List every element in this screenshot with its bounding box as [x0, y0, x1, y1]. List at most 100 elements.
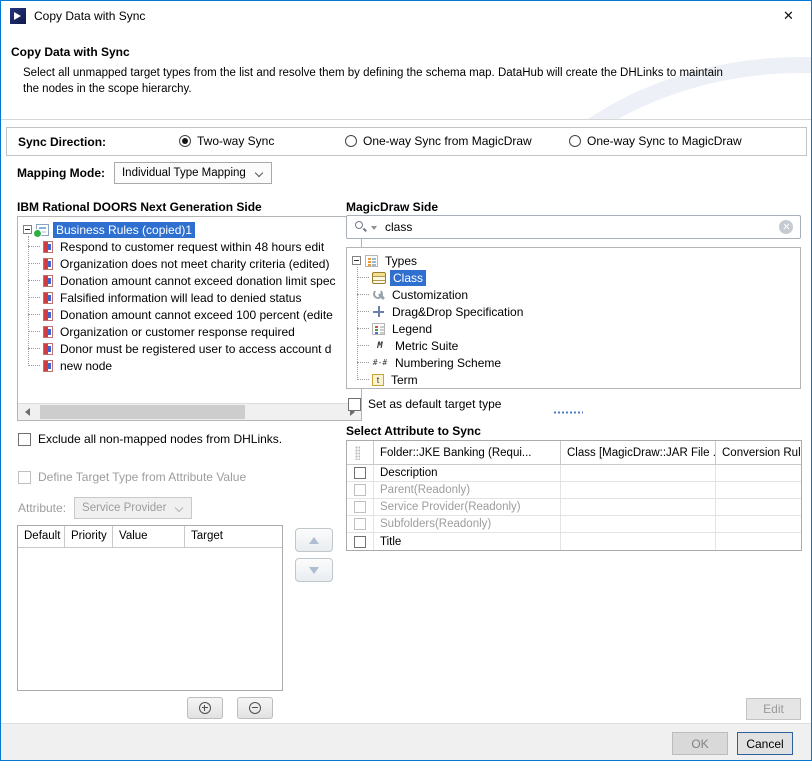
column-header-default[interactable]: Default [18, 526, 65, 547]
collapse-icon[interactable] [23, 225, 32, 234]
attribute-row-subfolders[interactable]: Subfolders(Readonly) [347, 516, 801, 533]
checkbox-icon[interactable] [348, 398, 361, 411]
tree-item-label: Falsified information will lead to denie… [57, 290, 304, 306]
tree-item[interactable]: Donation amount cannot exceed donation l… [18, 272, 361, 289]
conversion-rule-cell [716, 499, 801, 515]
attribute-name: Description [374, 465, 561, 481]
define-target-type-checkbox-row[interactable]: Define Target Type from Attribute Value [18, 470, 246, 484]
attribute-value: Service Provider [82, 502, 166, 514]
attribute-select[interactable]: Service Provider [74, 497, 192, 519]
scroll-left-icon[interactable] [18, 404, 35, 420]
column-header-class[interactable]: Class [MagicDraw::JAR File ... [561, 441, 716, 464]
requirement-icon [43, 326, 53, 338]
attribute-row-title[interactable]: Title [347, 533, 801, 550]
move-up-button[interactable] [295, 528, 333, 552]
types-tree: Types Class Customization Drag&Drop Spec… [346, 247, 801, 389]
attribute-name: Subfolders(Readonly) [374, 516, 561, 532]
checkbox-icon[interactable] [354, 484, 366, 496]
set-default-label: Set as default target type [368, 397, 501, 411]
doors-tree: Business Rules (copied)1 Respond to cust… [17, 216, 362, 421]
move-down-button[interactable] [295, 558, 333, 582]
attribute-name: Parent(Readonly) [374, 482, 561, 498]
radio-label: Two-way Sync [197, 134, 274, 148]
column-header-value[interactable]: Value [113, 526, 185, 547]
tree-item[interactable]: Falsified information will lead to denie… [18, 289, 361, 306]
radio-label: One-way Sync from MagicDraw [363, 134, 532, 148]
footer-bar: OK Cancel [1, 723, 811, 761]
mapping-mode-label: Mapping Mode: [17, 166, 105, 180]
scrollbar-thumb[interactable] [40, 405, 245, 419]
edit-button[interactable]: Edit [746, 698, 801, 720]
attribute-select-row: Attribute: Service Provider [18, 497, 192, 519]
tree-item[interactable]: Organization does not meet charity crite… [18, 255, 361, 272]
add-row-button[interactable] [187, 697, 223, 719]
splitter-handle[interactable] [553, 411, 583, 414]
chevron-down-icon [175, 504, 184, 513]
column-header-folder[interactable]: Folder::JKE Banking (Requi... [374, 441, 561, 464]
conversion-rule-cell [716, 516, 801, 532]
conversion-rule-cell [716, 533, 801, 550]
checkbox-icon[interactable] [354, 467, 366, 479]
conversion-rule-cell [716, 465, 801, 481]
mapping-mode-select[interactable]: Individual Type Mapping [114, 162, 272, 184]
radio-two-way-sync[interactable]: Two-way Sync [179, 134, 274, 148]
horizontal-scrollbar[interactable] [18, 403, 361, 420]
tree-item-label: Organization does not meet charity crite… [57, 256, 332, 272]
tree-item[interactable]: new node [18, 357, 361, 374]
arrow-up-icon [309, 532, 319, 544]
tree-item-dragdrop-specification[interactable]: Drag&Drop Specification [347, 303, 800, 320]
attribute-row-parent[interactable]: Parent(Readonly) [347, 482, 801, 499]
column-header-priority[interactable]: Priority [65, 526, 113, 547]
attribute-row-description[interactable]: Description [347, 465, 801, 482]
search-input[interactable] [380, 220, 776, 234]
cancel-button[interactable]: Cancel [737, 732, 793, 755]
remove-row-button[interactable] [237, 697, 273, 719]
column-header-target[interactable]: Target [185, 526, 282, 547]
tree-item-label: Donation amount cannot exceed donation l… [57, 273, 339, 289]
sync-direction-group: Sync Direction: Two-way Sync One-way Syn… [6, 127, 807, 156]
value-table-header: Default Priority Value Target [18, 526, 282, 548]
tree-item-label: Metric Suite [392, 338, 461, 354]
radio-one-way-from-magicdraw[interactable]: One-way Sync from MagicDraw [345, 134, 532, 148]
collapse-icon[interactable] [352, 256, 361, 265]
requirement-icon [43, 258, 53, 270]
radio-one-way-to-magicdraw[interactable]: One-way Sync to MagicDraw [569, 134, 742, 148]
attribute-name: Title [374, 533, 561, 550]
tree-item[interactable]: Donor must be registered user to access … [18, 340, 361, 357]
close-button[interactable]: ✕ [766, 1, 811, 30]
checkbox-icon[interactable] [354, 501, 366, 513]
tree-item-customization[interactable]: Customization [347, 286, 800, 303]
copy-data-with-sync-dialog: Copy Data with Sync ✕ Copy Data with Syn… [0, 0, 812, 761]
checkbox-icon[interactable] [354, 518, 366, 530]
tree-item-term[interactable]: t Term [347, 371, 800, 388]
sync-direction-label: Sync Direction: [18, 135, 106, 149]
attribute-row-service-provider[interactable]: Service Provider(Readonly) [347, 499, 801, 516]
search-options-chevron-icon[interactable] [371, 226, 377, 233]
tree-item[interactable]: Donation amount cannot exceed 100 percen… [18, 306, 361, 323]
mapped-class-cell [561, 482, 716, 498]
tree-item[interactable]: Organization or customer response requir… [18, 323, 361, 340]
set-default-target-checkbox-row[interactable]: Set as default target type [348, 397, 501, 411]
doors-side-title: IBM Rational DOORS Next Generation Side [17, 200, 262, 214]
types-list-icon [365, 255, 378, 267]
exclude-nonmapped-checkbox-row[interactable]: Exclude all non-mapped nodes from DHLink… [18, 432, 282, 446]
checkbox-icon[interactable] [354, 536, 366, 548]
close-icon: ✕ [783, 8, 794, 23]
tree-item-class[interactable]: Class [347, 269, 800, 286]
checkbox-icon[interactable] [18, 471, 31, 484]
column-header-conversion-rule[interactable]: Conversion Rule [716, 441, 801, 464]
tree-item-metric-suite[interactable]: M Metric Suite [347, 337, 800, 354]
magicdraw-side-title: MagicDraw Side [346, 200, 438, 214]
tree-item-business-rules[interactable]: Business Rules (copied)1 [18, 221, 361, 238]
tree-item-numbering-scheme[interactable]: #-# Numbering Scheme [347, 354, 800, 371]
mapped-class-cell [561, 499, 716, 515]
term-icon: t [372, 374, 384, 386]
clear-search-icon[interactable] [779, 220, 793, 234]
tree-item-legend[interactable]: Legend [347, 320, 800, 337]
checkbox-icon[interactable] [18, 433, 31, 446]
tree-item-label: Business Rules (copied)1 [53, 222, 195, 238]
tree-item-label: Donation amount cannot exceed 100 percen… [57, 307, 336, 323]
ok-button[interactable]: OK [672, 732, 728, 755]
tree-item[interactable]: Respond to customer request within 48 ho… [18, 238, 361, 255]
tree-item-types-root[interactable]: Types [347, 252, 800, 269]
